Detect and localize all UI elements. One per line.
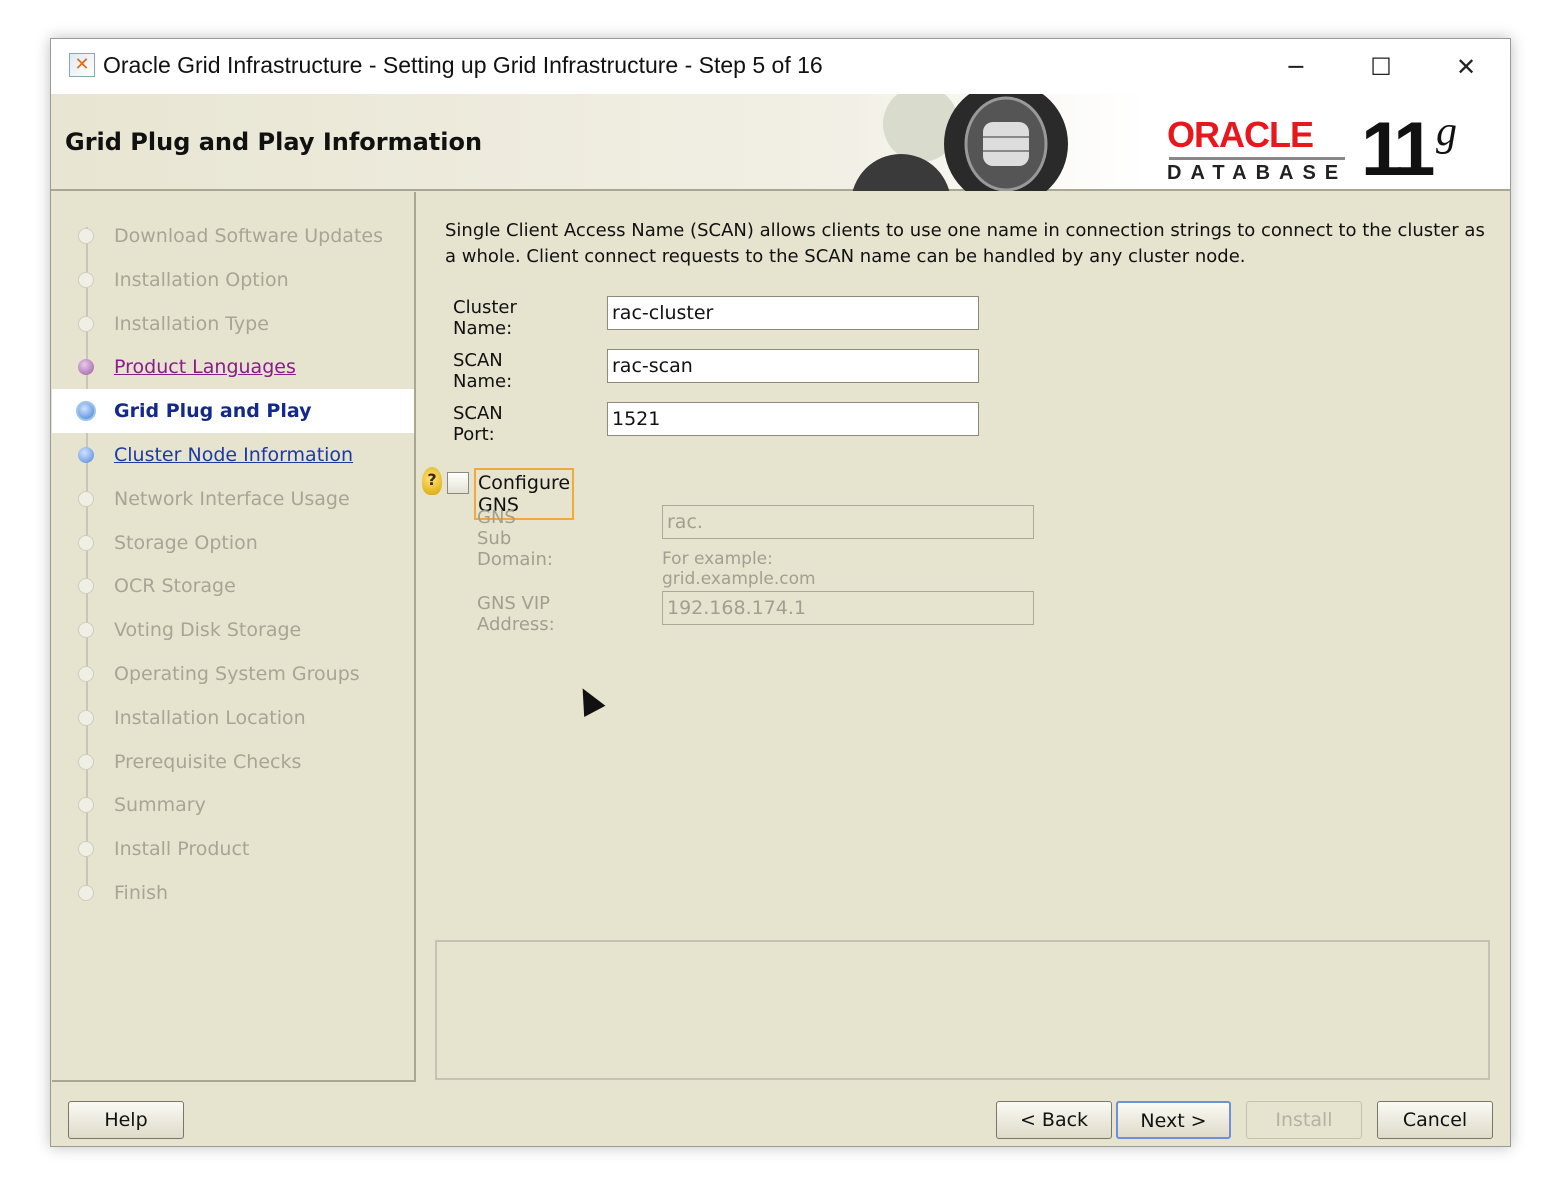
message-area [435,940,1490,1080]
scan-name-input[interactable]: rac-scan [607,349,979,383]
step-status-icon [78,578,94,595]
help-button[interactable]: Help [68,1101,184,1139]
step-status-icon [78,490,94,507]
step-status-icon [78,534,94,551]
scan-description: Single Client Access Name (SCAN) allows … [445,220,1485,267]
step-item-prerequisite-checks: Prerequisite Checks [52,740,414,784]
step-label: Installation Type [114,312,269,335]
maximize-button[interactable]: ☐ [1351,47,1411,87]
step-label: Prerequisite Checks [114,750,302,773]
next-button[interactable]: Next > [1116,1101,1231,1139]
step-item-finish: Finish [52,871,414,915]
step-label: Cluster Node Information [114,444,354,466]
step-label: Download Software Updates [114,225,383,247]
gns-subdomain-input[interactable]: rac. [662,505,1034,539]
step-item-network-interface-usage: Network Interface Usage [52,477,414,521]
step-label: Product Languages [114,356,296,379]
step-status-icon [78,447,94,463]
scan-port-label: SCAN Port: [453,403,503,445]
step-status-icon [78,797,94,814]
scan-port-input[interactable]: 1521 [607,402,979,436]
step-status-icon [78,841,94,858]
step-status-icon [78,709,94,726]
step-status-icon [78,753,94,770]
close-button[interactable]: ✕ [1436,47,1496,87]
back-button[interactable]: < Back [996,1101,1112,1139]
step-item-install-product: Install Product [52,827,414,871]
step-label: Storage Option [114,531,258,554]
step-label: Installation Location [114,706,306,729]
gns-vip-input[interactable]: 192.168.174.1 [662,591,1034,625]
window-title: Oracle Grid Infrastructure - Setting up … [103,52,823,78]
step-label: Install Product [114,838,250,861]
step-status-icon [78,885,94,901]
installer-window: ✕ Oracle Grid Infrastructure - Setting u… [50,38,1511,1147]
step-item-grid-plug-and-play: Grid Plug and Play [52,389,414,434]
step-status-icon [78,271,94,288]
title-bar: ✕ Oracle Grid Infrastructure - Setting u… [51,39,1510,94]
database-logo-text: DATABASE [1167,162,1348,184]
step-item-product-languages[interactable]: Product Languages [52,345,414,389]
step-status-icon [78,666,94,682]
version-logo: 11 [1361,107,1435,192]
step-label: Network Interface Usage [114,487,350,510]
oracle-logo: ORACLE [1167,114,1314,155]
step-item-summary: Summary [52,783,414,827]
configure-gns-checkbox[interactable] [447,472,469,494]
step-label: Installation Option [114,268,289,291]
step-label: Summary [114,794,206,817]
gns-example-hint: For example: grid.example.com [662,549,816,589]
install-button[interactable]: Install [1246,1101,1362,1139]
step-item-voting-disk-storage: Voting Disk Storage [52,608,414,652]
step-label: Finish [114,882,169,904]
scan-name-label: SCAN Name: [453,350,513,392]
cancel-button[interactable]: Cancel [1377,1101,1493,1139]
logo-divider [1169,157,1345,160]
step-status-icon [78,315,94,332]
lightbulb-hint-icon[interactable]: ? [422,467,442,495]
app-icon: ✕ [69,53,95,77]
cluster-name-label: Cluster Name: [453,297,517,339]
step-item-operating-system-groups: Operating System Groups [52,652,414,696]
step-item-installation-type: Installation Type [52,302,414,346]
step-item-installation-location: Installation Location [52,696,414,740]
page-title: Grid Plug and Play Information [65,128,483,156]
version-suffix: g [1436,109,1457,155]
step-status-icon [78,359,94,376]
gears-database-icon [852,94,1068,191]
minimize-button[interactable]: ─ [1266,47,1326,87]
header-banner: Grid Plug and Play Information ORACLE DA… [51,94,1510,192]
step-label: Operating System Groups [114,663,360,685]
gns-subdomain-label: GNS Sub Domain: [477,507,553,570]
step-label: Grid Plug and Play [114,400,312,423]
step-status-icon [76,401,96,422]
step-item-storage-option: Storage Option [52,521,414,565]
steps-sidebar: Download Software Updates Installation Op… [52,192,416,1082]
step-item-download-software-updates: Download Software Updates [52,214,414,258]
step-item-installation-option: Installation Option [52,258,414,302]
step-label: OCR Storage [114,575,236,598]
step-item-ocr-storage: OCR Storage [52,564,414,608]
step-status-icon [78,228,94,244]
step-label: Voting Disk Storage [114,619,302,642]
step-item-cluster-node-information[interactable]: Cluster Node Information [52,433,414,477]
step-status-icon [78,622,94,639]
cluster-name-input[interactable]: rac-cluster [607,296,979,330]
gns-vip-label: GNS VIP Address: [477,593,555,635]
